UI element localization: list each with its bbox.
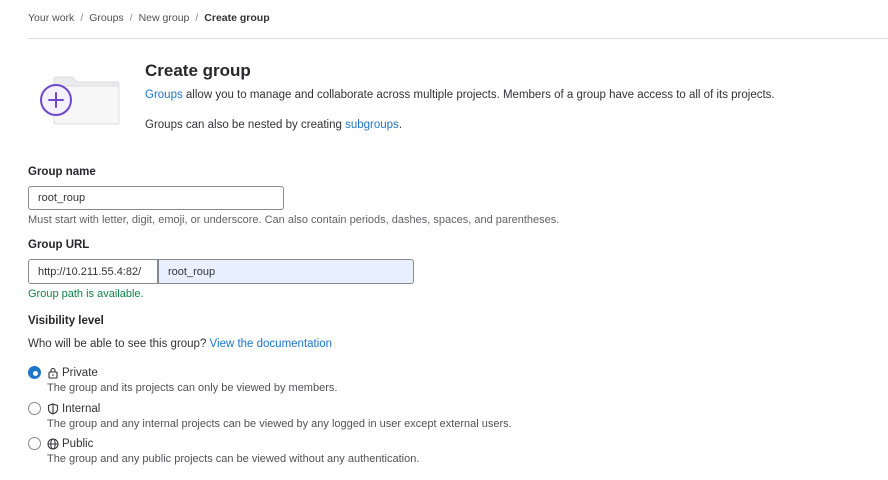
group-name-input[interactable] bbox=[28, 186, 284, 210]
globe-icon bbox=[47, 437, 59, 450]
visibility-question: Who will be able to see this group? View… bbox=[28, 338, 332, 350]
visibility-question-text: Who will be able to see this group? bbox=[28, 338, 210, 350]
groups-link[interactable]: Groups bbox=[145, 89, 183, 101]
intro-body: allow you to manage and collaborate acro… bbox=[182, 89, 775, 101]
visibility-option-private[interactable]: Private bbox=[28, 366, 98, 379]
breadcrumb-your-work[interactable]: Your work bbox=[28, 12, 74, 24]
breadcrumb: Your work / Groups / New group / Create … bbox=[28, 12, 270, 24]
nested-text: Groups can also be nested by creating su… bbox=[145, 119, 402, 131]
group-folder-illustration bbox=[38, 74, 122, 126]
public-label: Public bbox=[62, 437, 94, 450]
nested-body: Groups can also be nested by creating bbox=[145, 119, 346, 131]
visibility-option-internal[interactable]: Internal bbox=[28, 402, 100, 415]
breadcrumb-separator: / bbox=[195, 12, 199, 24]
nested-end: . bbox=[398, 119, 403, 131]
visibility-option-public[interactable]: Public bbox=[28, 437, 93, 450]
private-radio[interactable] bbox=[28, 366, 41, 379]
visibility-label: Visibility level bbox=[28, 315, 104, 327]
private-label: Private bbox=[62, 366, 98, 379]
internal-label: Internal bbox=[62, 402, 101, 415]
breadcrumb-separator: / bbox=[80, 12, 84, 24]
breadcrumb-separator: / bbox=[129, 12, 133, 24]
public-description: The group and any public projects can be… bbox=[47, 453, 420, 465]
internal-radio[interactable] bbox=[28, 402, 41, 415]
public-radio[interactable] bbox=[28, 437, 41, 450]
private-description: The group and its projects can only be v… bbox=[47, 382, 338, 394]
intro-text: Groups allow you to manage and collabora… bbox=[145, 89, 775, 101]
breadcrumb-create-group[interactable]: Create group bbox=[204, 12, 269, 24]
lock-icon bbox=[48, 367, 58, 379]
group-url-input[interactable] bbox=[158, 259, 414, 284]
shield-icon bbox=[47, 402, 59, 415]
breadcrumb-new-group[interactable]: New group bbox=[139, 12, 190, 24]
group-path-status: Group path is available. bbox=[28, 288, 144, 300]
group-url-prefix: http://10.211.55.4:82/ bbox=[28, 259, 158, 284]
internal-description: The group and any internal projects can … bbox=[47, 418, 512, 430]
breadcrumb-groups[interactable]: Groups bbox=[89, 12, 123, 24]
folder-plus-icon bbox=[40, 76, 120, 125]
view-documentation-link[interactable]: View the documentation bbox=[210, 338, 333, 350]
group-name-label: Group name bbox=[28, 166, 96, 178]
page-title: Create group bbox=[145, 61, 251, 80]
header-divider bbox=[28, 38, 888, 39]
group-name-help: Must start with letter, digit, emoji, or… bbox=[28, 214, 560, 226]
subgroups-link[interactable]: subgroups bbox=[345, 119, 399, 131]
group-url-label: Group URL bbox=[28, 239, 90, 251]
